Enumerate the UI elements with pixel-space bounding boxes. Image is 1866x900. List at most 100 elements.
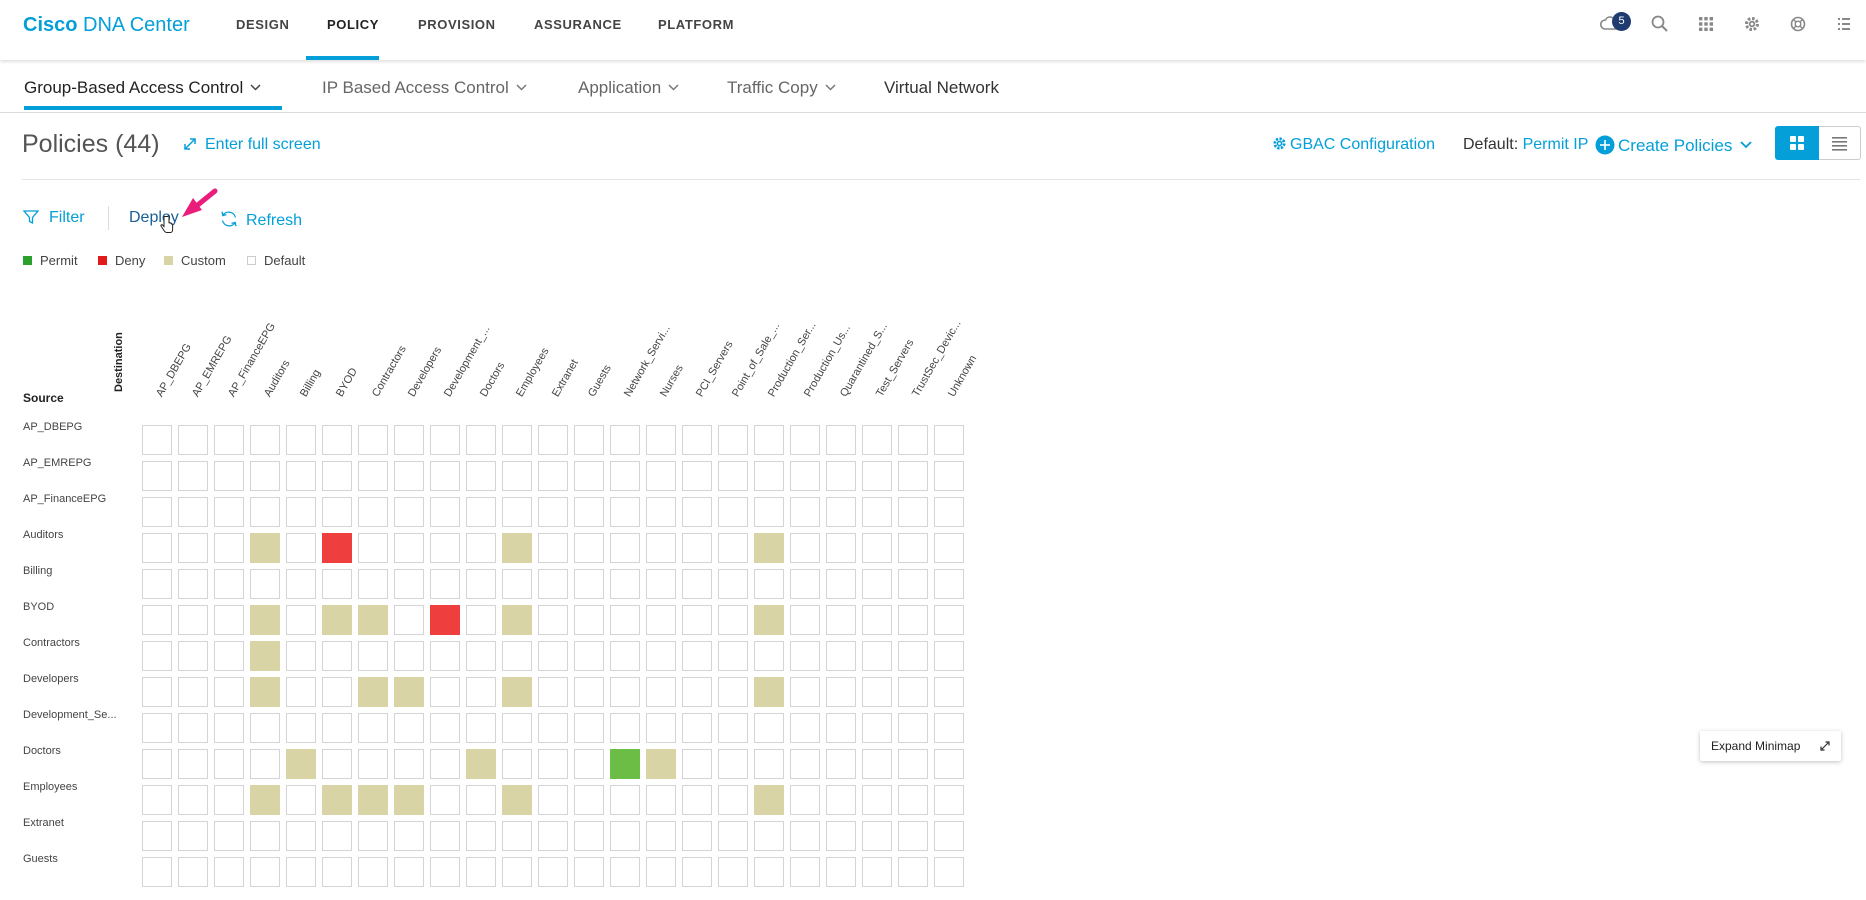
- matrix-cell[interactable]: [610, 569, 640, 599]
- matrix-cell[interactable]: [286, 749, 316, 779]
- matrix-cell[interactable]: [430, 533, 460, 563]
- matrix-cell[interactable]: [502, 785, 532, 815]
- matrix-cell[interactable]: [538, 533, 568, 563]
- matrix-cell[interactable]: [826, 821, 856, 851]
- matrix-cell[interactable]: [754, 857, 784, 887]
- matrix-cell[interactable]: [286, 605, 316, 635]
- matrix-cell[interactable]: [358, 857, 388, 887]
- matrix-cell[interactable]: [790, 821, 820, 851]
- matrix-cell[interactable]: [358, 605, 388, 635]
- matrix-cell[interactable]: [754, 569, 784, 599]
- matrix-cell[interactable]: [682, 677, 712, 707]
- matrix-cell[interactable]: [466, 569, 496, 599]
- row-header[interactable]: AP_EMREPG: [23, 457, 91, 469]
- matrix-cell[interactable]: [574, 425, 604, 455]
- column-header[interactable]: Guests: [586, 363, 614, 399]
- matrix-cell[interactable]: [682, 713, 712, 743]
- column-header[interactable]: Doctors: [478, 360, 507, 399]
- matrix-cell[interactable]: [466, 461, 496, 491]
- create-policies-button[interactable]: Create Policies: [1595, 135, 1752, 156]
- matrix-cell[interactable]: [142, 677, 172, 707]
- nav-design[interactable]: DESIGN: [236, 17, 289, 32]
- matrix-cell[interactable]: [358, 533, 388, 563]
- matrix-cell[interactable]: [502, 461, 532, 491]
- matrix-cell[interactable]: [466, 785, 496, 815]
- matrix-cell[interactable]: [142, 425, 172, 455]
- matrix-cell[interactable]: [538, 461, 568, 491]
- matrix-cell[interactable]: [178, 857, 208, 887]
- matrix-cell[interactable]: [682, 749, 712, 779]
- matrix-cell[interactable]: [610, 497, 640, 527]
- matrix-cell[interactable]: [286, 425, 316, 455]
- matrix-cell[interactable]: [286, 821, 316, 851]
- matrix-cell[interactable]: [538, 821, 568, 851]
- grid-view-toggle[interactable]: [1775, 126, 1819, 160]
- matrix-cell[interactable]: [754, 533, 784, 563]
- subnav-ip-based-access-control[interactable]: IP Based Access Control: [322, 78, 527, 98]
- matrix-cell[interactable]: [142, 713, 172, 743]
- matrix-cell[interactable]: [682, 641, 712, 671]
- matrix-cell[interactable]: [934, 821, 964, 851]
- column-header[interactable]: Nurses: [658, 363, 686, 399]
- matrix-cell[interactable]: [466, 497, 496, 527]
- matrix-cell[interactable]: [250, 497, 280, 527]
- subnav-traffic-copy[interactable]: Traffic Copy: [727, 78, 836, 98]
- matrix-cell[interactable]: [214, 497, 244, 527]
- matrix-cell[interactable]: [178, 641, 208, 671]
- matrix-cell[interactable]: [286, 497, 316, 527]
- matrix-cell[interactable]: [718, 641, 748, 671]
- matrix-cell[interactable]: [214, 461, 244, 491]
- matrix-cell[interactable]: [646, 569, 676, 599]
- matrix-cell[interactable]: [286, 677, 316, 707]
- matrix-cell[interactable]: [502, 857, 532, 887]
- matrix-cell[interactable]: [862, 821, 892, 851]
- matrix-cell[interactable]: [646, 821, 676, 851]
- matrix-cell[interactable]: [898, 461, 928, 491]
- matrix-cell[interactable]: [646, 605, 676, 635]
- matrix-cell[interactable]: [862, 569, 892, 599]
- matrix-cell[interactable]: [250, 857, 280, 887]
- column-header[interactable]: Extranet: [550, 358, 581, 399]
- matrix-cell[interactable]: [214, 641, 244, 671]
- matrix-cell[interactable]: [250, 425, 280, 455]
- matrix-cell[interactable]: [718, 821, 748, 851]
- row-header[interactable]: Auditors: [23, 529, 63, 541]
- matrix-cell[interactable]: [862, 641, 892, 671]
- matrix-cell[interactable]: [718, 605, 748, 635]
- matrix-cell[interactable]: [214, 785, 244, 815]
- matrix-cell[interactable]: [250, 713, 280, 743]
- row-header[interactable]: Billing: [23, 565, 52, 577]
- matrix-cell[interactable]: [250, 605, 280, 635]
- matrix-cell[interactable]: [250, 641, 280, 671]
- matrix-cell[interactable]: [502, 641, 532, 671]
- matrix-cell[interactable]: [718, 569, 748, 599]
- matrix-cell[interactable]: [646, 425, 676, 455]
- matrix-cell[interactable]: [610, 533, 640, 563]
- row-header[interactable]: Contractors: [23, 637, 80, 649]
- column-header[interactable]: Contractors: [370, 344, 409, 399]
- matrix-cell[interactable]: [466, 749, 496, 779]
- matrix-cell[interactable]: [358, 785, 388, 815]
- matrix-cell[interactable]: [358, 713, 388, 743]
- matrix-cell[interactable]: [178, 713, 208, 743]
- matrix-cell[interactable]: [358, 677, 388, 707]
- matrix-cell[interactable]: [934, 461, 964, 491]
- matrix-cell[interactable]: [790, 641, 820, 671]
- matrix-cell[interactable]: [682, 821, 712, 851]
- matrix-cell[interactable]: [430, 749, 460, 779]
- matrix-cell[interactable]: [754, 785, 784, 815]
- expand-minimap-button[interactable]: Expand Minimap: [1700, 731, 1841, 761]
- matrix-cell[interactable]: [754, 497, 784, 527]
- matrix-cell[interactable]: [826, 677, 856, 707]
- matrix-cell[interactable]: [826, 569, 856, 599]
- matrix-cell[interactable]: [502, 533, 532, 563]
- matrix-cell[interactable]: [142, 533, 172, 563]
- matrix-cell[interactable]: [790, 785, 820, 815]
- matrix-cell[interactable]: [646, 785, 676, 815]
- matrix-cell[interactable]: [574, 749, 604, 779]
- matrix-cell[interactable]: [862, 713, 892, 743]
- matrix-cell[interactable]: [646, 677, 676, 707]
- matrix-cell[interactable]: [358, 461, 388, 491]
- column-header[interactable]: Auditors: [262, 358, 293, 399]
- matrix-cell[interactable]: [610, 821, 640, 851]
